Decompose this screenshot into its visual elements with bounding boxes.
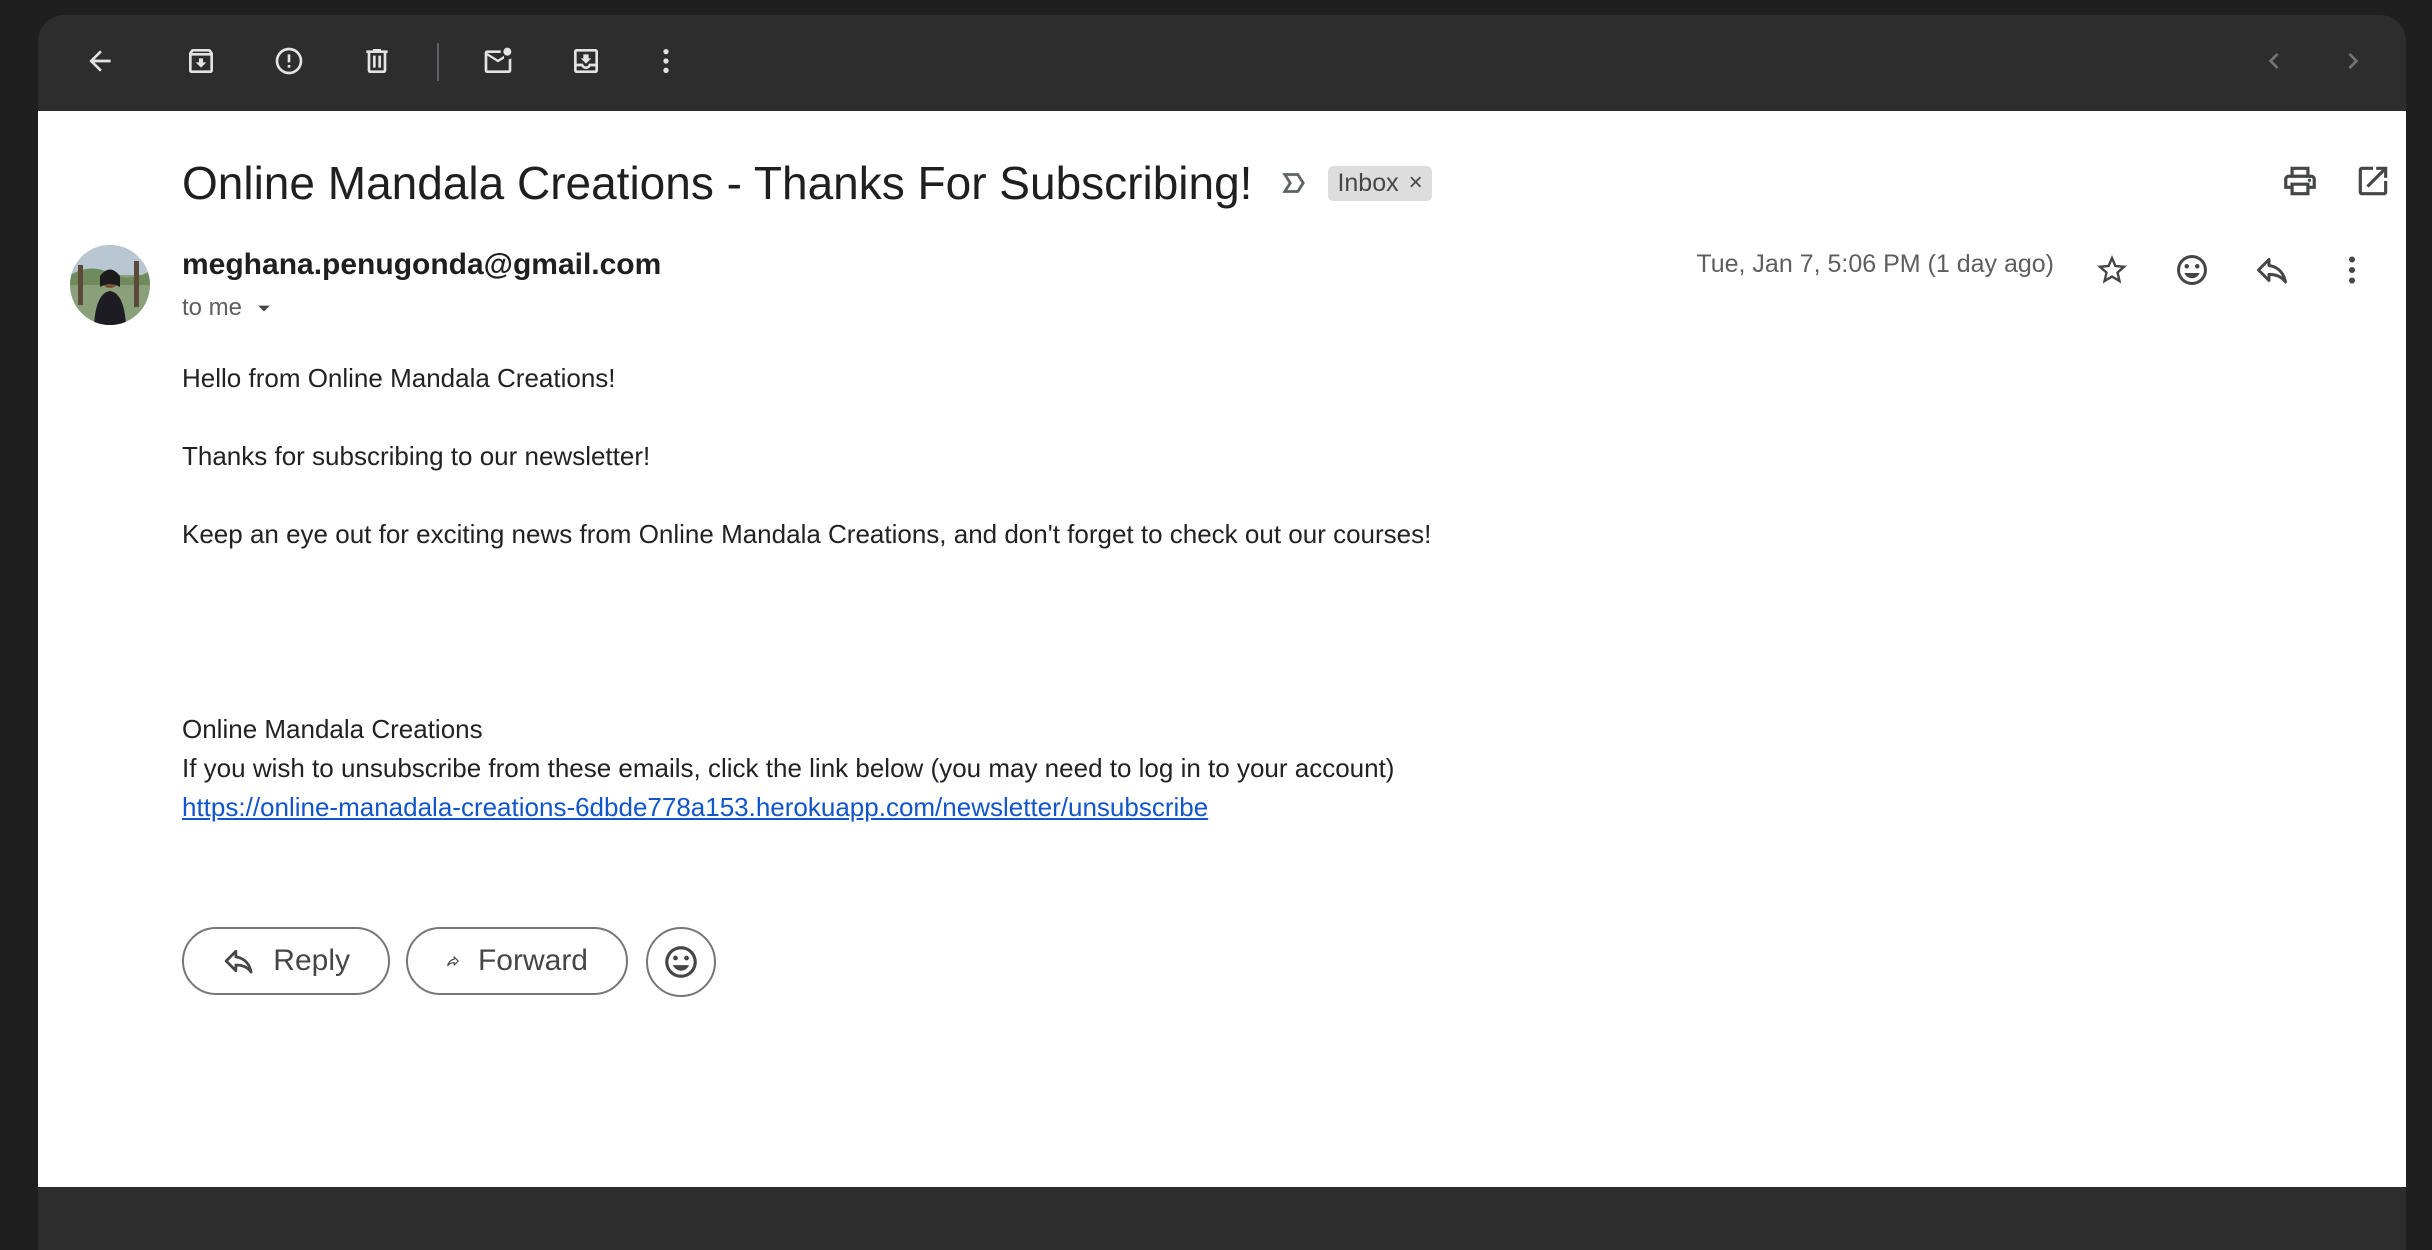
move-to-inbox-button[interactable] bbox=[558, 33, 614, 89]
open-in-new-icon bbox=[2358, 166, 2388, 196]
report-spam-button[interactable] bbox=[261, 33, 317, 89]
open-new-window-button[interactable] bbox=[2351, 159, 2395, 203]
reply-action-button[interactable]: Reply bbox=[182, 927, 390, 995]
sender-avatar[interactable] bbox=[70, 245, 150, 325]
newer-button[interactable] bbox=[2246, 33, 2302, 89]
star-icon bbox=[2097, 255, 2127, 284]
reply-icon bbox=[224, 949, 253, 974]
report-spam-icon bbox=[275, 47, 303, 75]
print-all-button[interactable] bbox=[2278, 159, 2322, 203]
label-chip-inbox: Inbox × bbox=[1328, 165, 1432, 201]
unsubscribe-link[interactable]: https://online-manadala-creations-6dbde7… bbox=[182, 792, 1208, 823]
delete-button[interactable] bbox=[349, 33, 405, 89]
reply-button[interactable] bbox=[2247, 245, 2297, 295]
add-reaction-button[interactable] bbox=[2167, 245, 2217, 295]
email-window: Online Mandala Creations - Thanks For Su… bbox=[38, 15, 2406, 1250]
newer-icon bbox=[2268, 53, 2279, 69]
chevron-down-icon bbox=[258, 305, 270, 312]
email-subject: Online Mandala Creations - Thanks For Su… bbox=[182, 157, 1253, 209]
more-options-button[interactable] bbox=[638, 33, 694, 89]
sender-email[interactable]: meghana.penugonda@gmail.com bbox=[182, 248, 661, 282]
reply-label: Reply bbox=[273, 944, 350, 977]
body-signature: Online Mandala Creations bbox=[182, 714, 483, 744]
emoji-icon bbox=[2177, 255, 2207, 285]
body-greeting: Hello from Online Mandala Creations! bbox=[182, 363, 616, 393]
forward-icon bbox=[447, 956, 459, 967]
back-icon bbox=[89, 50, 111, 72]
message-more-button[interactable] bbox=[2327, 245, 2377, 295]
archive-button[interactable] bbox=[173, 33, 229, 89]
emoji-reaction-button[interactable] bbox=[646, 927, 716, 997]
email-date: Tue, Jan 7, 5:06 PM (1 day ago) bbox=[1696, 250, 2054, 278]
archive-icon bbox=[189, 49, 213, 73]
move-to-icon bbox=[574, 49, 598, 73]
label-important-icon[interactable] bbox=[1278, 166, 1312, 200]
star-button[interactable] bbox=[2087, 245, 2137, 295]
label-chip-text: Inbox bbox=[1337, 168, 1399, 197]
delete-icon bbox=[366, 49, 388, 73]
subject-row: Online Mandala Creations - Thanks For Su… bbox=[182, 153, 1432, 213]
older-button[interactable] bbox=[2325, 33, 2381, 89]
more-vert-icon bbox=[663, 49, 669, 73]
emoji-icon bbox=[665, 946, 697, 978]
toolbar-divider bbox=[437, 43, 439, 81]
back-button[interactable] bbox=[72, 33, 128, 89]
mark-unread-button[interactable] bbox=[470, 33, 526, 89]
mark-unread-icon bbox=[484, 47, 512, 73]
more-vert-icon bbox=[2349, 256, 2355, 284]
recipient-details-toggle[interactable]: to me bbox=[182, 294, 278, 322]
reply-icon bbox=[2257, 258, 2287, 284]
toolbar bbox=[38, 15, 2406, 111]
body-unsubscribe-text: If you wish to unsubscribe from these em… bbox=[182, 753, 1395, 783]
print-icon bbox=[2284, 166, 2316, 196]
remove-label-icon[interactable]: × bbox=[1409, 169, 1423, 197]
recipient-text: to me bbox=[182, 294, 243, 321]
email-content: Online Mandala Creations - Thanks For Su… bbox=[38, 111, 2406, 1187]
body-thanks: Thanks for subscribing to our newsletter… bbox=[182, 441, 651, 471]
forward-action-button[interactable]: Forward bbox=[406, 927, 628, 995]
forward-label: Forward bbox=[477, 944, 588, 977]
body-keep-eye: Keep an eye out for exciting news from O… bbox=[182, 519, 1432, 549]
older-icon bbox=[2348, 53, 2359, 69]
